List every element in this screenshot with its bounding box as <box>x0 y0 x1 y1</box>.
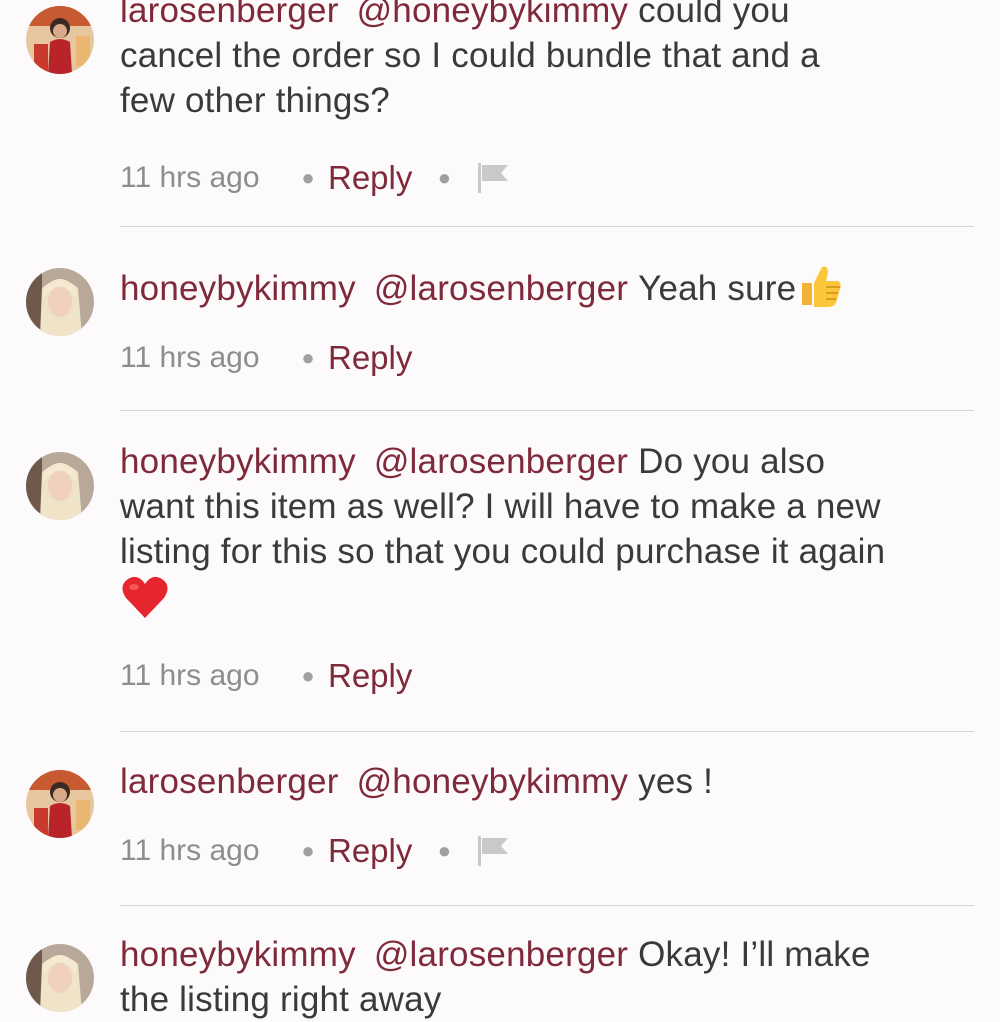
comment-body: yes ! <box>638 762 714 801</box>
comment-timestamp: 11 hrs ago <box>120 341 260 374</box>
avatar-honeybykimmy-icon <box>26 452 94 520</box>
red-heart-icon <box>120 574 170 633</box>
flag-icon[interactable] <box>476 161 512 195</box>
comment-body-line: Do you also <box>638 442 826 481</box>
comment-username[interactable]: larosenberger <box>120 0 339 30</box>
thumbs-up-icon <box>796 261 844 320</box>
divider <box>120 905 974 906</box>
user-avatar[interactable] <box>26 268 94 336</box>
comment-username[interactable]: larosenberger <box>120 762 339 801</box>
avatar-honeybykimmy-icon <box>26 944 94 1012</box>
comment-mention[interactable]: @larosenberger <box>374 269 628 308</box>
avatar-larosenberger-icon <box>26 770 94 838</box>
comment-mention[interactable]: @larosenberger <box>374 935 628 974</box>
comment-meta: 11 hrs ago ● Reply <box>120 651 412 701</box>
comment-text: honeybykimmy @larosenberger Do you also wa… <box>120 439 980 633</box>
separator-dot: ● <box>301 165 315 190</box>
comment-meta: 11 hrs ago ● Reply ● <box>120 826 512 876</box>
comment-text: larosenberger @honeybykimmy yes ! <box>120 759 980 804</box>
reply-button[interactable]: Reply <box>328 339 412 377</box>
comment-body-line: could you <box>638 0 790 30</box>
user-avatar[interactable] <box>26 944 94 1012</box>
comment-body-line: listing for this so that you could purch… <box>120 532 886 571</box>
separator-dot: ● <box>437 838 452 863</box>
separator-dot: ● <box>437 165 452 190</box>
separator-dot: ● <box>301 345 315 370</box>
avatar-larosenberger-icon <box>26 6 94 74</box>
user-avatar[interactable] <box>26 6 94 74</box>
divider <box>120 410 974 411</box>
comment-timestamp: 11 hrs ago <box>120 834 260 867</box>
user-avatar[interactable] <box>26 770 94 838</box>
comment-mention[interactable]: @larosenberger <box>374 442 628 481</box>
avatar-honeybykimmy-icon <box>26 268 94 336</box>
comment-body-line: Okay! I’ll make <box>638 935 871 974</box>
comment-body-line: cancel the order so I could bundle that … <box>120 36 820 75</box>
comment-timestamp: 11 hrs ago <box>120 161 260 194</box>
separator-dot: ● <box>301 838 315 863</box>
comment-text: honeybykimmy @larosenberger Okay! I’ll mak… <box>120 932 980 1022</box>
separator-dot: ● <box>301 663 315 688</box>
comment-body-line: want this item as well? I will have to m… <box>120 487 881 526</box>
comment-text: honeybykimmy @larosenberger Yeah sure <box>120 261 980 320</box>
comment-username[interactable]: honeybykimmy <box>120 442 356 481</box>
reply-button[interactable]: Reply <box>328 657 412 695</box>
comment-body-line: few other things? <box>120 81 390 120</box>
divider <box>120 731 974 732</box>
comment-text: larosenberger @honeybykimmy could you canc… <box>120 0 980 123</box>
comment-meta: 11 hrs ago ● Reply ● <box>120 153 512 203</box>
comment-meta: 11 hrs ago ● Reply <box>120 333 412 383</box>
reply-button[interactable]: Reply <box>328 159 412 197</box>
comment-username[interactable]: honeybykimmy <box>120 269 356 308</box>
reply-button[interactable]: Reply <box>328 832 412 870</box>
comment-timestamp: 11 hrs ago <box>120 659 260 692</box>
divider <box>120 226 974 227</box>
flag-icon[interactable] <box>476 834 512 868</box>
comment-body: Yeah sure <box>638 268 797 308</box>
user-avatar[interactable] <box>26 452 94 520</box>
comment-username[interactable]: honeybykimmy <box>120 935 356 974</box>
comment-mention[interactable]: @honeybykimmy <box>357 762 629 801</box>
comment-mention[interactable]: @honeybykimmy <box>357 0 629 30</box>
